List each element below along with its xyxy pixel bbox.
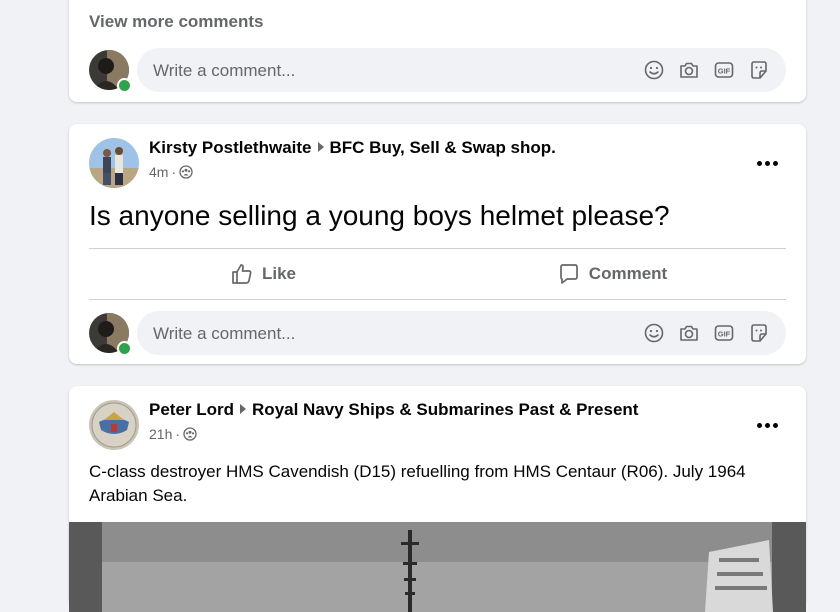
speech-bubble-icon — [559, 264, 578, 284]
view-more-comments-link[interactable]: View more comments — [89, 12, 263, 32]
post-meta: 4m · — [149, 164, 193, 180]
thumbs-up-icon — [232, 264, 252, 284]
group-privacy-icon — [183, 427, 197, 441]
post-header: Peter Lord Royal Navy Ships & Submarines … — [149, 400, 638, 420]
post-header: Kirsty Postlethwaite BFC Buy, Sell & Swap… — [149, 138, 556, 158]
post-card: Peter Lord Royal Navy Ships & Submarines … — [69, 386, 806, 612]
group-name[interactable]: Royal Navy Ships & Submarines Past & Pre… — [252, 400, 638, 419]
post-photo[interactable] — [69, 522, 806, 612]
post-meta: 21h · — [149, 426, 197, 442]
comment-button[interactable]: Comment — [438, 250, 786, 298]
shared-to-arrow-icon — [317, 142, 324, 152]
author-avatar[interactable] — [89, 138, 139, 188]
comment-label: Comment — [588, 264, 668, 283]
author-name[interactable]: Peter Lord — [149, 400, 234, 419]
group-avatar[interactable] — [89, 400, 139, 450]
comment-input[interactable] — [151, 48, 615, 94]
online-status-dot — [117, 78, 132, 93]
svg-text:GIF: GIF — [718, 67, 731, 76]
group-name[interactable]: BFC Buy, Sell & Swap shop. — [330, 138, 556, 157]
emoji-icon[interactable] — [643, 59, 665, 81]
emoji-icon[interactable] — [643, 322, 665, 344]
meta-separator: · — [171, 164, 177, 180]
more-options-icon[interactable] — [752, 410, 782, 440]
like-button[interactable]: Like — [89, 250, 437, 298]
camera-icon[interactable] — [678, 322, 700, 344]
divider — [89, 248, 786, 249]
meta-separator: · — [175, 426, 181, 442]
post-text: Is anyone selling a young boys helmet pl… — [89, 200, 670, 231]
more-options-icon[interactable] — [752, 148, 782, 178]
post-card: Kirsty Postlethwaite BFC Buy, Sell & Swap… — [69, 124, 806, 364]
online-status-dot — [117, 341, 132, 356]
sticker-icon[interactable] — [748, 322, 770, 344]
camera-icon[interactable] — [678, 59, 700, 81]
comment-input[interactable] — [151, 311, 615, 357]
author-name[interactable]: Kirsty Postlethwaite — [149, 138, 312, 157]
shared-to-arrow-icon — [240, 404, 247, 414]
gif-icon[interactable]: GIF — [713, 322, 735, 344]
comment-box[interactable]: GIF — [137, 48, 786, 94]
comment-box[interactable]: GIF — [137, 311, 786, 357]
sticker-icon[interactable] — [748, 59, 770, 81]
post-timestamp[interactable]: 21h — [149, 426, 172, 442]
gif-icon[interactable]: GIF — [713, 59, 735, 81]
like-label: Like — [261, 264, 297, 283]
previous-post-card: View more comments GIF — [69, 0, 806, 102]
divider — [89, 299, 786, 300]
post-timestamp[interactable]: 4m — [149, 164, 168, 180]
svg-text:GIF: GIF — [718, 330, 731, 339]
group-privacy-icon — [179, 165, 193, 179]
post-text: C-class destroyer HMS Cavendish (D15) re… — [89, 462, 746, 505]
